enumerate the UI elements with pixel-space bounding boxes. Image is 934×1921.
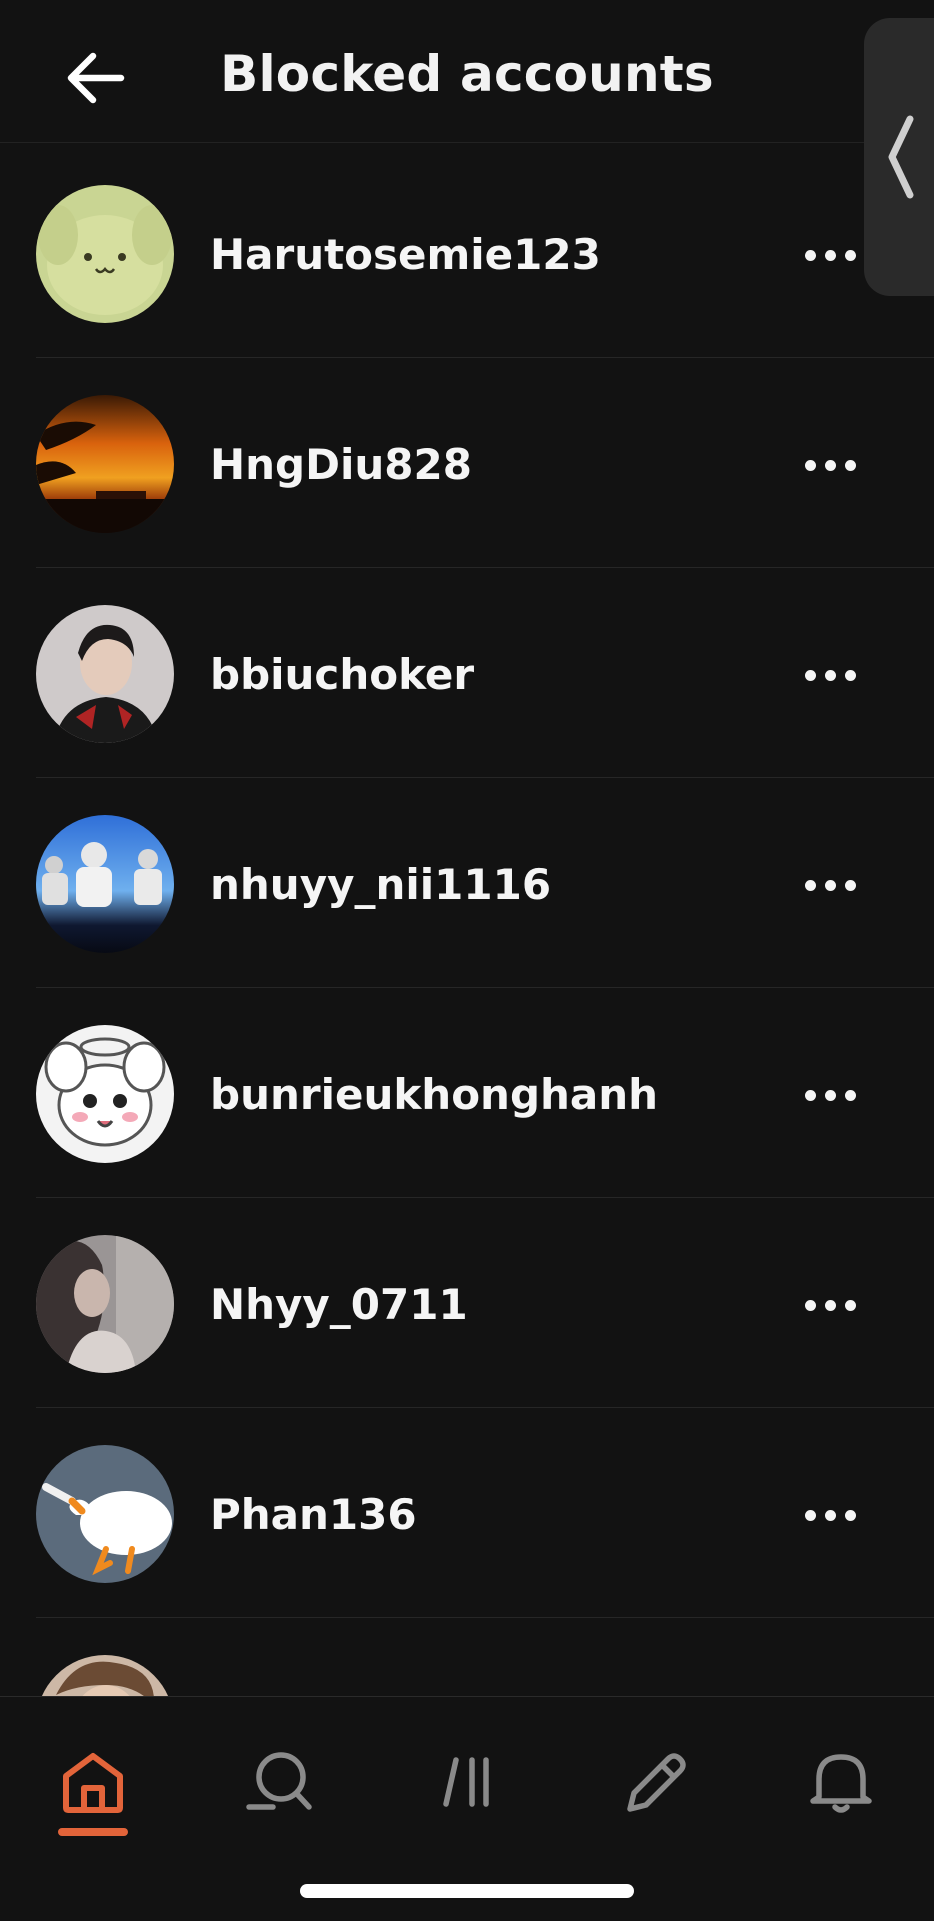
username: Harutosemie123 xyxy=(210,230,601,279)
nav-compose[interactable] xyxy=(595,1727,715,1837)
nav-home[interactable] xyxy=(33,1727,153,1837)
more-options-button[interactable] xyxy=(790,228,870,282)
avatar[interactable] xyxy=(36,605,174,743)
more-options-button[interactable] xyxy=(790,438,870,492)
avatar[interactable] xyxy=(36,185,174,323)
username: bunrieukhonghanh xyxy=(210,1070,659,1119)
avatar[interactable] xyxy=(36,1025,174,1163)
top-bar: Blocked accounts xyxy=(0,0,934,143)
nav-feed[interactable] xyxy=(408,1727,528,1837)
list-item[interactable]: Harutosemie123 xyxy=(0,148,934,358)
avatar[interactable] xyxy=(36,1445,174,1583)
avatar[interactable] xyxy=(36,1235,174,1373)
nav-notifications[interactable] xyxy=(781,1727,901,1837)
more-options-button[interactable] xyxy=(790,648,870,702)
list-item[interactable]: bbiuchoker xyxy=(0,568,934,778)
more-options-button[interactable] xyxy=(790,1278,870,1332)
list-item[interactable]: nhuyy_nii1116 xyxy=(0,778,934,988)
list-item[interactable]: HngDiu828 xyxy=(0,358,934,568)
list-item[interactable]: Nhyy_0711 xyxy=(0,1198,934,1408)
feed-icon xyxy=(443,1757,489,1807)
avatar[interactable] xyxy=(36,815,174,953)
list-item[interactable]: bunrieukhonghanh xyxy=(0,988,934,1198)
search-icon xyxy=(246,1752,312,1810)
more-options-button[interactable] xyxy=(790,1488,870,1542)
more-options-button[interactable] xyxy=(790,1068,870,1122)
username: HngDiu828 xyxy=(210,440,472,489)
list-item[interactable] xyxy=(0,1618,934,1696)
username: nhuyy_nii1116 xyxy=(210,860,552,909)
avatar[interactable] xyxy=(36,395,174,533)
compose-icon xyxy=(627,1753,686,1812)
avatar[interactable] xyxy=(36,1655,174,1696)
nav-search[interactable] xyxy=(220,1727,340,1837)
active-tab-indicator xyxy=(58,1828,128,1836)
bottom-navigation xyxy=(0,1696,934,1921)
username: Phan136 xyxy=(210,1490,417,1539)
chevron-left-icon xyxy=(888,115,914,199)
home-indicator xyxy=(300,1884,634,1898)
home-icon xyxy=(63,1753,123,1813)
list-item[interactable]: Phan136 xyxy=(0,1408,934,1618)
bell-icon xyxy=(810,1754,872,1813)
username: Nhyy_0711 xyxy=(210,1280,468,1329)
page-title: Blocked accounts xyxy=(220,45,714,103)
blocked-accounts-list: Harutosemie123 HngDiu828 bbiuchoker nhuy… xyxy=(0,148,934,1696)
username: bbiuchoker xyxy=(210,650,475,699)
more-options-button[interactable] xyxy=(790,858,870,912)
side-panel-handle[interactable] xyxy=(864,18,934,296)
